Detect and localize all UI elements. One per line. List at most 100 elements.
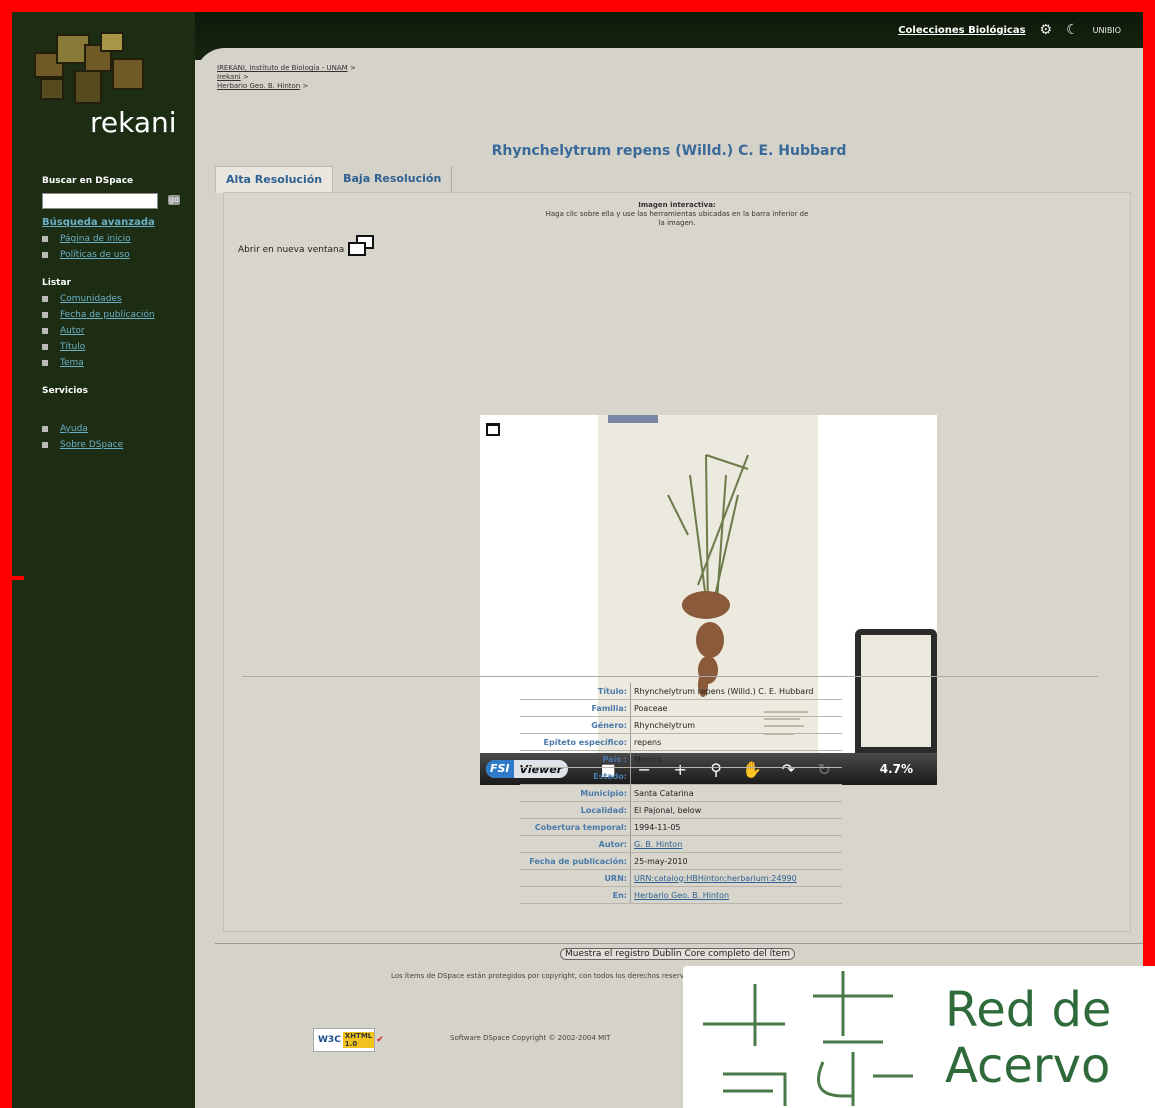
sidebar-link[interactable]: Autor (60, 326, 85, 336)
sidebar-item-fecha[interactable]: Fecha de publicación (42, 307, 155, 323)
breadcrumb-link[interactable]: Irekani (217, 73, 241, 81)
table-row: Estado: Nuevo Leon (520, 767, 842, 785)
meta-value: URN:catalog:HBHinton:herbarium:24990 (630, 869, 842, 887)
breadcrumb-link[interactable]: Herbario Geo. B. Hinton (217, 82, 300, 90)
bullet-icon (42, 360, 48, 366)
xhtml-label: XHTML 1.0 (342, 1032, 375, 1048)
open-new-window[interactable]: Abrir en nueva ventana (238, 235, 375, 256)
sidebar-link[interactable]: Página de inicio (60, 234, 131, 244)
open-new-window-label[interactable]: Abrir en nueva ventana (238, 245, 344, 255)
meta-value: Mexico (630, 750, 842, 768)
viewer-thumbnail[interactable] (855, 629, 937, 753)
meta-value: repens (630, 733, 842, 751)
sidebar-item-sobre[interactable]: Sobre DSpace (42, 437, 123, 453)
search-heading: Buscar en DSpace (42, 176, 134, 186)
moon-logo-icon[interactable]: ☾ (1066, 22, 1079, 38)
sidebar-item-titulo[interactable]: Título (42, 339, 155, 355)
table-row: Epíteto específico: repens (520, 733, 842, 751)
meta-key: Fecha de publicación: (520, 852, 631, 870)
sidebar-link[interactable]: Fecha de publicación (60, 310, 155, 320)
sidebar-link[interactable]: Políticas de uso (60, 250, 130, 260)
sidebar-link[interactable]: Ayuda (60, 424, 88, 434)
meta-key: Título: (520, 683, 631, 700)
breadcrumb-separator: > (302, 82, 309, 90)
meta-value: 25-may-2010 (630, 852, 842, 870)
meta-key: Municipio: (520, 784, 631, 802)
checkmark-icon: ✔ (376, 1035, 384, 1045)
sidebar-item-inicio[interactable]: Página de inicio (42, 231, 131, 247)
bullet-icon (42, 328, 48, 334)
sidebar-item-politicas[interactable]: Políticas de uso (42, 247, 131, 263)
bullet-icon (42, 344, 48, 350)
unam-seal-icon[interactable]: ⚙ (1040, 22, 1053, 38)
tab-alta-resolucion[interactable]: Alta Resolución (215, 166, 334, 193)
meta-value: Santa Catarina (630, 784, 842, 802)
red-acervos-logo: Red de Acervo (683, 966, 1155, 1108)
meta-value: Rhynchelytrum repens (Willd.) C. E. Hubb… (630, 683, 842, 700)
logo-line-1: Red de (945, 982, 1112, 1038)
breadcrumb-separator: > (349, 64, 356, 72)
urn-link[interactable]: URN:catalog:HBHinton:herbarium:24990 (634, 874, 797, 883)
bullet-icon (42, 252, 48, 258)
tab-baja-resolucion[interactable]: Baja Resolución (333, 166, 453, 192)
table-row: Localidad: El Pajonal, below (520, 801, 842, 819)
search-input[interactable] (42, 193, 158, 209)
fsi-brand: FSI (486, 760, 514, 778)
sidebar-link[interactable]: Título (60, 342, 85, 352)
table-row: Autor: G. B. Hinton (520, 835, 842, 853)
bullet-icon (42, 442, 48, 448)
viewer-instructions: Imagen interactiva: Haga clic sobre ella… (224, 201, 1130, 228)
instruction-text: Haga clic sobre ella y use las herramien… (545, 210, 809, 227)
table-row: En: Herbario Geo. B. Hinton (520, 886, 842, 904)
zoom-level: 4.7% (879, 762, 913, 776)
bullet-icon (42, 312, 48, 318)
table-row: Género: Rhynchelytrum (520, 716, 842, 734)
meta-key: País : (520, 750, 631, 768)
meta-key: Localidad: (520, 801, 631, 819)
unibio-logo[interactable]: UNIBIO (1093, 26, 1121, 35)
table-row: Título: Rhynchelytrum repens (Willd.) C. … (520, 683, 842, 700)
list-heading: Listar (42, 278, 71, 288)
fullscreen-icon[interactable] (486, 423, 500, 436)
collection-link[interactable]: Herbario Geo. B. Hinton (634, 891, 729, 900)
colecciones-link[interactable]: Colecciones Biológicas (898, 25, 1025, 36)
services-heading: Servicios (42, 386, 88, 396)
bullet-icon (42, 296, 48, 302)
meta-key: URN: (520, 869, 631, 887)
meta-key: Estado: (520, 767, 631, 785)
sidebar: rekani Buscar en DSpace go Búsqueda avan… (12, 12, 195, 1108)
irekani-logo[interactable]: rekani (30, 30, 180, 150)
logo-blocks-icon (30, 30, 150, 110)
bullet-icon (42, 236, 48, 242)
meta-key: Epíteto específico: (520, 733, 631, 751)
logo-line-2: Acervo (945, 1038, 1111, 1094)
sidebar-link[interactable]: Tema (60, 358, 84, 368)
sidebar-link[interactable]: Comunidades (60, 294, 122, 304)
bullet-icon (42, 426, 48, 432)
browser-frame: Colecciones Biológicas ⚙ ☾ UNIBIO rekani… (0, 0, 1155, 1108)
sidebar-item-ayuda[interactable]: Ayuda (42, 421, 123, 437)
sidebar-list-links: Comunidades Fecha de publicación Autor T… (42, 291, 155, 371)
author-link[interactable]: G. B. Hinton (634, 840, 682, 849)
sidebar-item-tema[interactable]: Tema (42, 355, 155, 371)
meta-value: Rhynchelytrum (630, 716, 842, 734)
table-row: Municipio: Santa Catarina (520, 784, 842, 802)
dublin-core-button[interactable]: Muestra el registro Dublin Core completo… (560, 948, 795, 960)
meta-key: Género: (520, 716, 631, 734)
w3c-xhtml-badge[interactable]: W3C XHTML 1.0 ✔ (313, 1028, 384, 1052)
sidebar-item-comunidades[interactable]: Comunidades (42, 291, 155, 307)
red-acervos-emblem-icon (703, 971, 913, 1106)
meta-key: Familia: (520, 699, 631, 717)
meta-key: Cobertura temporal: (520, 818, 631, 836)
new-window-icon[interactable] (348, 235, 375, 256)
meta-value: G. B. Hinton (630, 835, 842, 853)
breadcrumb-link[interactable]: IREKANI, Instituto de Biología - UNAM (217, 64, 348, 72)
table-row: URN: URN:catalog:HBHinton:herbarium:24990 (520, 869, 842, 887)
breadcrumb: IREKANI, Instituto de Biología - UNAM > … (217, 64, 356, 91)
sidebar-item-autor[interactable]: Autor (42, 323, 155, 339)
red-mark (12, 576, 24, 580)
table-row: País : Mexico (520, 750, 842, 768)
search-go-button[interactable]: go (168, 195, 180, 205)
sidebar-link[interactable]: Sobre DSpace (60, 440, 123, 450)
advanced-search-link[interactable]: Búsqueda avanzada (42, 217, 155, 228)
